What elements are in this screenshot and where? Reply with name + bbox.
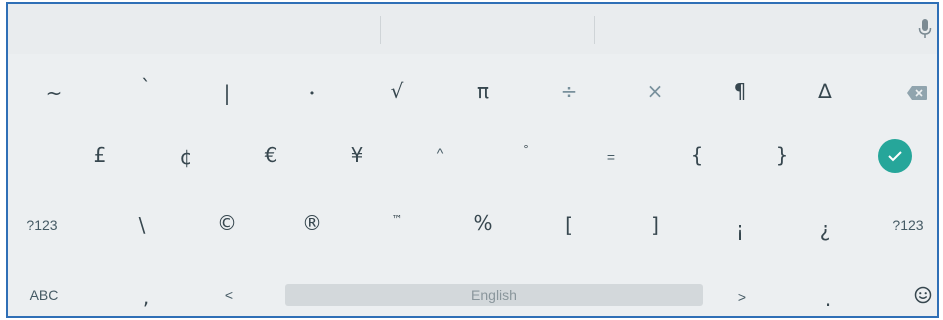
key-square-root[interactable]: √ <box>377 76 417 106</box>
suggestion-divider <box>594 16 595 44</box>
key-pound[interactable]: £ <box>80 140 120 170</box>
key-symbols-toggle-left[interactable]: ?123 <box>18 210 66 240</box>
key-backslash[interactable]: \ <box>122 210 162 240</box>
key-left-brace[interactable]: { <box>677 140 717 170</box>
enter-button[interactable] <box>878 139 912 173</box>
backspace-icon[interactable] <box>906 85 928 101</box>
key-percent[interactable]: % <box>463 208 503 238</box>
key-copyright[interactable]: © <box>207 208 247 238</box>
key-pipe[interactable]: | <box>207 78 247 108</box>
key-multiply[interactable]: × <box>635 76 675 106</box>
key-trademark[interactable]: ™ <box>377 204 417 234</box>
keyboard-frame: ~ ` | • √ π ÷ × ¶ ∆ £ ¢ € ¥ ^ ° = { } ?1… <box>6 2 939 318</box>
key-caret[interactable]: ^ <box>420 138 460 168</box>
key-left-bracket[interactable]: [ <box>549 210 589 240</box>
microphone-icon[interactable] <box>917 18 933 40</box>
key-backtick[interactable]: ` <box>126 72 166 102</box>
key-pilcrow[interactable]: ¶ <box>720 76 760 106</box>
spacebar[interactable]: English <box>285 284 703 306</box>
key-delta[interactable]: ∆ <box>805 76 845 106</box>
key-period[interactable]: . <box>808 284 848 314</box>
key-right-bracket[interactable]: ] <box>635 210 675 240</box>
key-euro[interactable]: € <box>251 140 291 170</box>
key-right-brace[interactable]: } <box>762 140 802 170</box>
key-registered[interactable]: ® <box>292 208 332 238</box>
key-inverted-question[interactable]: ¿ <box>805 214 845 244</box>
key-less-than[interactable]: < <box>209 280 249 310</box>
key-symbols-toggle-right[interactable]: ?123 <box>880 210 936 240</box>
key-degree[interactable]: ° <box>506 134 546 164</box>
key-cent[interactable]: ¢ <box>166 142 206 172</box>
key-bullet[interactable]: • <box>292 78 332 108</box>
key-yen[interactable]: ¥ <box>337 140 377 170</box>
key-abc[interactable]: ABC <box>22 280 66 310</box>
emoji-icon[interactable] <box>914 286 932 304</box>
key-greater-than[interactable]: > <box>722 282 762 312</box>
key-tilde[interactable]: ~ <box>34 78 74 108</box>
key-pi[interactable]: π <box>463 76 503 106</box>
key-divide[interactable]: ÷ <box>549 76 589 106</box>
suggestion-strip <box>8 4 937 54</box>
key-equals[interactable]: = <box>591 142 631 172</box>
key-inverted-exclamation[interactable]: ¡ <box>720 214 760 244</box>
suggestion-divider <box>380 16 381 44</box>
key-comma[interactable]: , <box>126 282 166 312</box>
checkmark-icon <box>888 151 902 162</box>
